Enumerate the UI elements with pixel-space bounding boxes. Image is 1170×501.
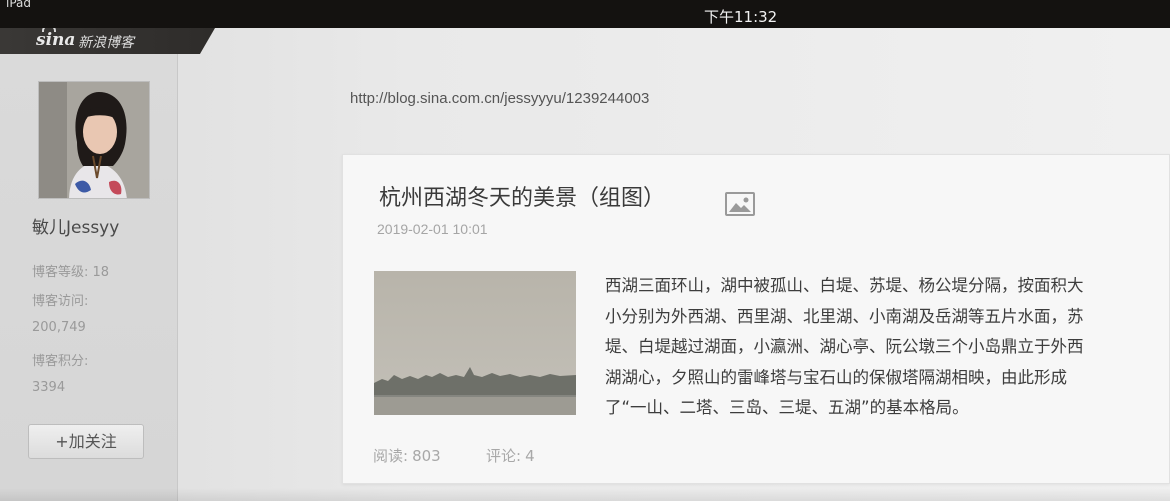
status-time: 下午11:32 [704, 8, 778, 26]
device-name: iPad [6, 0, 32, 10]
excerpt-line: 小分别为外西湖、西里湖、北里湖、小南湖及岳湖等五片水面，苏 [605, 306, 1084, 326]
post-date: 2019-02-01 10:01 [377, 221, 488, 237]
comment-count-label: 评论: [486, 447, 522, 465]
avatar[interactable] [38, 81, 150, 199]
post-thumbnail[interactable] [374, 271, 576, 415]
image-icon [725, 192, 755, 216]
screen: sina 新浪博客 敏儿Jessyy 博客等级: 18 博客访问: 200,74… [0, 28, 1170, 501]
excerpt-line: 西湖三面环山，湖中被孤山、白堤、苏堤、杨公堤分隔，按面积大 [605, 276, 1084, 295]
comment-count[interactable]: 评论: 4 [486, 445, 539, 466]
blog-url[interactable]: http://blog.sina.com.cn/jessyyyu/1239244… [350, 90, 649, 107]
logo-blog-text: 新浪博客 [78, 35, 134, 51]
blog-visits-value: 200,749 [32, 320, 86, 335]
main-content: http://blog.sina.com.cn/jessyyyu/1239244… [182, 28, 1170, 501]
lake-photo [374, 271, 576, 415]
blog-level-value: 18 [92, 265, 110, 280]
read-count: 阅读: 803 [373, 447, 445, 465]
post-title[interactable]: 杭州西湖冬天的美景（组图） [379, 180, 665, 212]
blog-level-label: 博客等级: [32, 265, 89, 280]
comment-count-value: 4 [525, 447, 535, 465]
post-card: 杭州西湖冬天的美景（组图） 2019-02-01 10:01 西湖三面环山，湖中… [342, 154, 1170, 484]
post-excerpt: 西湖三面环山，湖中被孤山、白堤、苏堤、杨公堤分隔，按面积大 小分别为外西湖、西里… [605, 271, 1170, 424]
excerpt-line: 堤、白堤越过湖面，小瀛洲、湖心亭、阮公墩三个小岛鼎立于外西 [605, 337, 1084, 356]
excerpt-line: 湖湖心，夕照山的雷峰塔与宝石山的保俶塔隔湖相映，由此形成 [605, 367, 1067, 387]
blog-points-label: 博客积分: [32, 354, 89, 369]
read-count-value: 803 [412, 447, 441, 465]
status-bar: iPad 下午11:32 [0, 0, 1170, 28]
follow-button[interactable]: +加关注 [28, 424, 144, 459]
excerpt-line: 了“一山、二塔、三岛、三堤、五湖”的基本格局。 [605, 398, 969, 417]
sidebar: sina 新浪博客 敏儿Jessyy 博客等级: 18 博客访问: 200,74… [0, 28, 215, 501]
read-count-label: 阅读: [373, 447, 409, 465]
post-meta: 阅读: 803 评论: 4 [373, 445, 535, 466]
avatar-photo [39, 82, 149, 198]
username[interactable]: 敏儿Jessyy [32, 213, 119, 238]
bottom-edge [0, 488, 1170, 501]
blog-level: 博客等级: 18 [32, 261, 109, 280]
logo-sina-text: sina [36, 30, 76, 50]
blog-visits-label: 博客访问: [32, 294, 89, 309]
blog-points-value: 3394 [32, 380, 66, 395]
